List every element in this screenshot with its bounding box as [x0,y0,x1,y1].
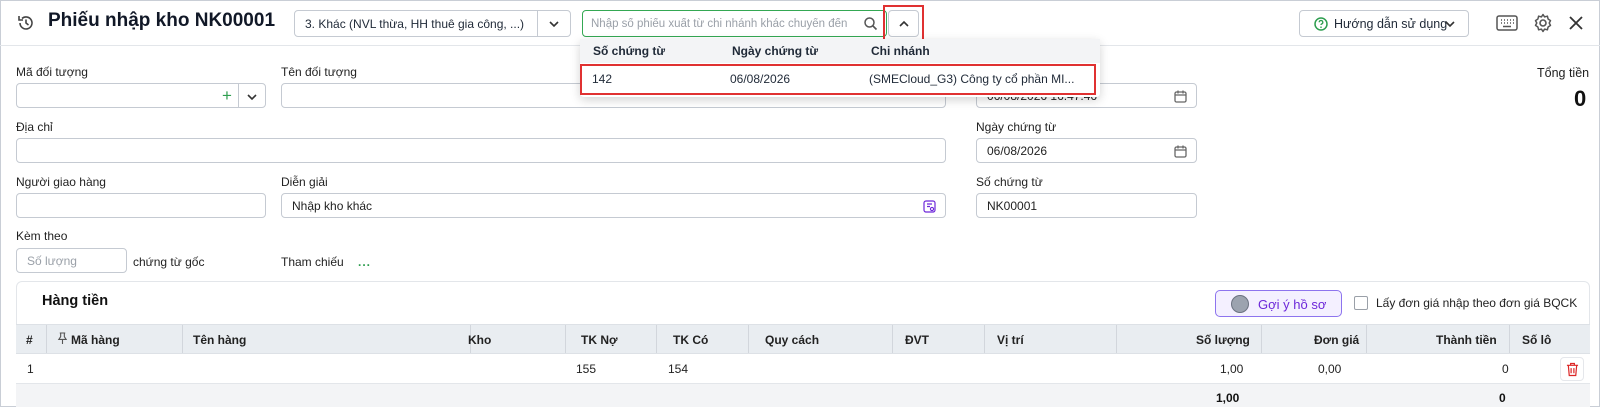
column-divider[interactable] [1509,325,1510,353]
transfer-voucher-search[interactable] [582,10,887,37]
object-code-label: Mã đối tượng [16,65,88,79]
deliverer-field[interactable] [16,193,266,218]
attachment-quantity-placeholder: Số lượng [27,254,77,268]
search-input[interactable] [591,15,853,33]
voucher-date-value: 06/08/2026 [987,144,1048,158]
address-label: Địa chỉ [16,120,53,134]
description-label: Diễn giải [281,175,328,189]
voucher-category-value: 3. Khác (NVL thừa, HH thuê gia công, ...… [305,17,525,31]
average-price-checkbox-label: Lấy đơn giá nhập theo đơn giá BQCK [1376,296,1578,310]
suggest-profile-button[interactable]: Gợi ý hồ sơ [1215,290,1342,317]
dropdown-col-voucher-number: Số chứng từ [593,44,666,58]
suggest-profile-label: Gợi ý hồ sơ [1258,297,1327,312]
column-divider[interactable] [656,325,657,353]
dropdown-col-branch: Chi nhánh [871,44,930,58]
reference-more-button[interactable]: ... [358,255,371,269]
help-circle-icon [1314,17,1328,31]
cell-debit-account[interactable]: 155 [576,362,596,376]
col-lot-number: Số lô [1522,333,1552,347]
column-divider[interactable] [1261,325,1262,353]
table-row[interactable]: 1 155 154 1,00 0,00 0 [16,354,1590,384]
address-field[interactable] [16,138,946,163]
col-location: Vị trí [997,333,1024,347]
description-field[interactable]: Nhập kho khác [281,193,946,218]
col-specification: Quy cách [765,333,820,347]
col-unit-price: Đơn giá [1314,333,1360,347]
column-divider[interactable] [1366,325,1367,353]
col-item-name: Tên hàng [193,333,247,347]
add-object-icon[interactable]: + [222,87,232,104]
column-divider[interactable] [748,325,749,353]
dropdown-col-voucher-date: Ngày chứng từ [732,44,819,58]
cell-unit-price[interactable]: 0,00 [1318,362,1341,376]
page-title: Phiếu nhập kho NK00001 [48,10,276,31]
attachment-label: Kèm theo [16,229,68,243]
user-guide-label: Hướng dẫn sử dụng [1334,17,1448,31]
highlight-box-row [580,64,1096,95]
total-amount-label: Tổng tiền [1537,66,1590,80]
column-divider[interactable] [565,325,566,353]
items-section-title: Hàng tiền [42,293,109,309]
voucher-number-value: NK00001 [987,199,1038,213]
delete-row-button[interactable] [1560,357,1584,381]
gear-icon[interactable] [1532,12,1554,34]
deliverer-label: Người giao hàng [16,175,106,189]
chevron-down-icon [1445,21,1455,28]
voucher-date-label: Ngày chứng từ [976,120,1057,134]
combobox-divider [238,84,239,107]
col-warehouse: Kho [468,333,492,347]
calendar-icon[interactable] [1174,90,1187,103]
column-divider[interactable] [984,325,985,353]
col-unit: ĐVT [905,333,929,347]
user-guide-button[interactable]: Hướng dẫn sử dụng [1299,10,1469,37]
col-debit-account: TK Nợ [581,333,618,347]
attachment-quantity-field[interactable]: Số lượng [16,248,127,273]
footer-quantity-total: 1,00 [1216,391,1240,405]
original-voucher-label: chứng từ gốc [133,255,205,269]
keyboard-icon[interactable] [1496,14,1518,32]
items-table-footer: 1,00 0 [16,384,1590,407]
chevron-down-icon[interactable] [547,17,561,31]
history-icon[interactable] [16,13,36,33]
chevron-down-icon[interactable] [246,91,258,103]
select-divider [537,11,538,36]
average-price-checkbox[interactable] [1354,296,1368,310]
voucher-number-field[interactable]: NK00001 [976,193,1197,218]
col-item-code: Mã hàng [71,333,120,347]
trash-icon [1566,362,1579,377]
column-divider[interactable] [182,325,183,353]
col-amount: Thành tiền [1436,333,1497,347]
calendar-icon[interactable] [1174,145,1187,158]
avatar-icon [1231,295,1249,313]
description-value: Nhập kho khác [292,199,373,213]
footer-amount-total: 0 [1499,391,1506,405]
cell-credit-account[interactable]: 154 [668,362,688,376]
col-credit-account: TK Có [673,333,709,347]
reference-label: Tham chiếu [281,255,344,269]
voucher-category-select[interactable]: 3. Khác (NVL thừa, HH thuê gia công, ...… [294,10,571,37]
template-picker-icon[interactable] [923,200,936,213]
column-divider[interactable] [892,325,893,353]
items-table-header: # Mã hàng Tên hàng Kho TK Nợ TK Có Quy c… [16,324,1590,354]
column-divider[interactable] [1116,325,1117,353]
voucher-date-field[interactable]: 06/08/2026 [976,138,1197,163]
col-index: # [26,333,33,347]
search-icon[interactable] [863,16,878,31]
cell-quantity[interactable]: 1,00 [1220,362,1243,376]
col-quantity: Số lượng [1196,333,1250,347]
column-divider[interactable] [46,325,47,353]
total-amount-value: 0 [1574,86,1587,111]
cell-index: 1 [27,362,34,376]
object-code-combobox[interactable]: + [16,83,266,108]
voucher-number-label: Số chứng từ [976,175,1043,189]
dropdown-header: Số chứng từ Ngày chứng từ Chi nhánh [580,39,1100,63]
pin-icon[interactable] [57,332,68,345]
cell-amount[interactable]: 0 [1502,362,1509,376]
highlight-box-button [883,5,924,41]
object-name-label: Tên đối tượng [281,65,357,79]
close-icon[interactable] [1568,15,1584,31]
